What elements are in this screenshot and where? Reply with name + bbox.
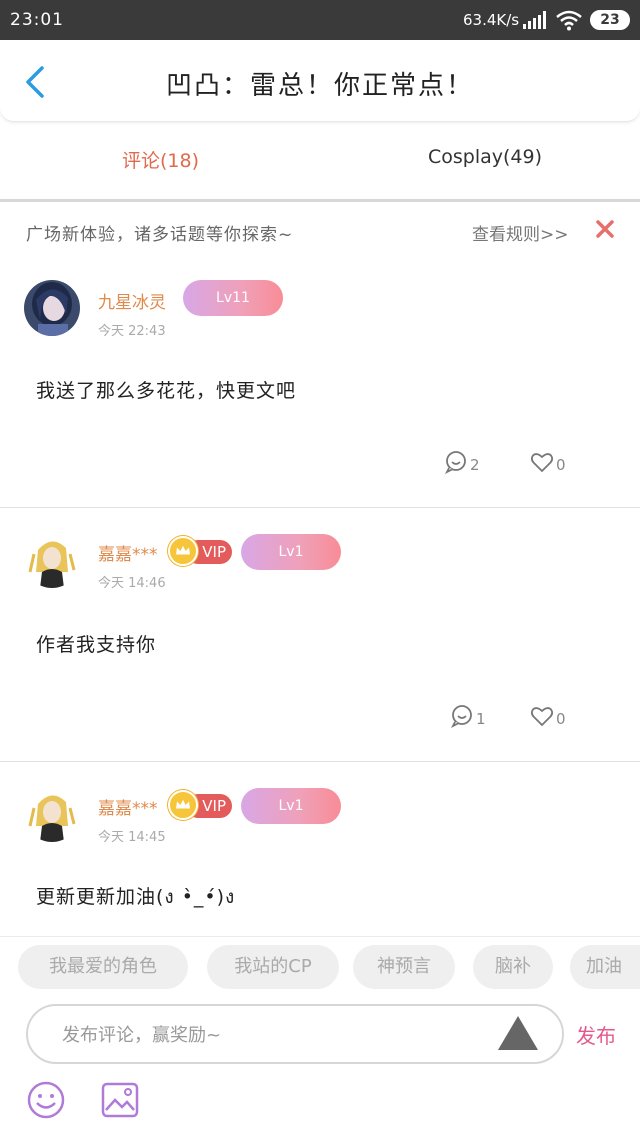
- comment-time: 今天 22:43: [98, 324, 166, 339]
- close-icon[interactable]: [594, 218, 616, 240]
- notice-text: 广场新体验，诸多话题等你探索~: [26, 225, 294, 245]
- heart-icon: [530, 707, 554, 727]
- comment-composer: [26, 1004, 564, 1064]
- reply-count: 2: [470, 456, 480, 474]
- topic-chip[interactable]: 神预言: [353, 945, 455, 989]
- comment-text: 我送了那么多花花，快更文吧: [36, 380, 297, 402]
- vip-badge: VIP: [168, 790, 232, 820]
- comment-bubble-icon: [444, 451, 466, 474]
- avatar[interactable]: [24, 786, 80, 842]
- network-speed: 63.4K/s: [463, 11, 520, 29]
- emoji-icon[interactable]: [26, 1080, 66, 1120]
- level-badge: Lv1: [241, 534, 341, 570]
- expand-triangle-icon[interactable]: [496, 1014, 540, 1052]
- view-rules-link[interactable]: 查看规则>>: [472, 220, 569, 245]
- comment-text: 更新更新加油(ง •̀_•́)ง: [36, 886, 236, 908]
- topic-chip[interactable]: 脑补: [473, 945, 553, 989]
- image-icon[interactable]: [100, 1080, 140, 1120]
- comment-item: 嘉嘉*** VIP Lv1 今天 14:45 更新更新加油(ง •̀_•́)ง: [0, 764, 640, 936]
- reply-count: 1: [476, 710, 486, 728]
- topic-chip-bar: 我最爱的角色 我站的CP 神预言 脑补 加油: [0, 936, 640, 996]
- crown-icon: [168, 790, 198, 820]
- tab-cosplay[interactable]: Cosplay(49): [428, 146, 542, 168]
- reply-button[interactable]: 2: [444, 450, 484, 478]
- avatar[interactable]: [24, 532, 80, 588]
- comment-username[interactable]: 嘉嘉***: [98, 540, 158, 565]
- level-badge: Lv1: [241, 788, 341, 824]
- reply-button[interactable]: 1: [450, 704, 486, 732]
- publish-button[interactable]: 发布: [576, 1020, 616, 1049]
- battery-icon: 23: [590, 10, 630, 30]
- comment-input[interactable]: [62, 1016, 482, 1054]
- topic-chip[interactable]: 我最爱的角色: [18, 945, 188, 989]
- tab-bar: 评论(18) Cosplay(49): [0, 124, 640, 202]
- like-button[interactable]: 0: [530, 704, 570, 732]
- comment-time: 今天 14:46: [98, 576, 166, 591]
- status-bar: 23:01 63.4K/s 23: [0, 0, 640, 40]
- comment-bubble-icon: [450, 705, 472, 728]
- like-count: 0: [556, 456, 566, 474]
- comment-item: 九星冰灵 Lv11 今天 22:43 我送了那么多花花，快更文吧 2 0: [0, 258, 640, 508]
- vip-badge: VIP: [168, 536, 232, 566]
- avatar[interactable]: [24, 280, 80, 336]
- status-time: 23:01: [10, 10, 64, 30]
- comment-text: 作者我支持你: [36, 634, 157, 656]
- notice-banner: 广场新体验，诸多话题等你探索~ 查看规则>>: [0, 206, 640, 256]
- crown-icon: [168, 536, 198, 566]
- top-header: 凹凸：雷总！你正常点！: [0, 40, 640, 122]
- topic-chip[interactable]: 我站的CP: [207, 945, 339, 989]
- comment-time: 今天 14:45: [98, 830, 166, 845]
- wifi-icon: [556, 10, 582, 31]
- comment-item: 嘉嘉*** VIP Lv1 今天 14:46 作者我支持你 1 0: [0, 510, 640, 762]
- back-arrow-icon[interactable]: [18, 60, 58, 104]
- tab-comments[interactable]: 评论(18): [122, 146, 199, 173]
- comment-username[interactable]: 九星冰灵: [98, 288, 166, 313]
- comment-username[interactable]: 嘉嘉***: [98, 794, 158, 819]
- signal-icon: [523, 11, 546, 29]
- heart-icon: [530, 453, 554, 473]
- page-title: 凹凸：雷总！你正常点！: [165, 71, 474, 101]
- like-count: 0: [556, 710, 566, 728]
- like-button[interactable]: 0: [530, 450, 570, 478]
- level-badge: Lv11: [183, 280, 283, 316]
- topic-chip[interactable]: 加油: [570, 945, 640, 989]
